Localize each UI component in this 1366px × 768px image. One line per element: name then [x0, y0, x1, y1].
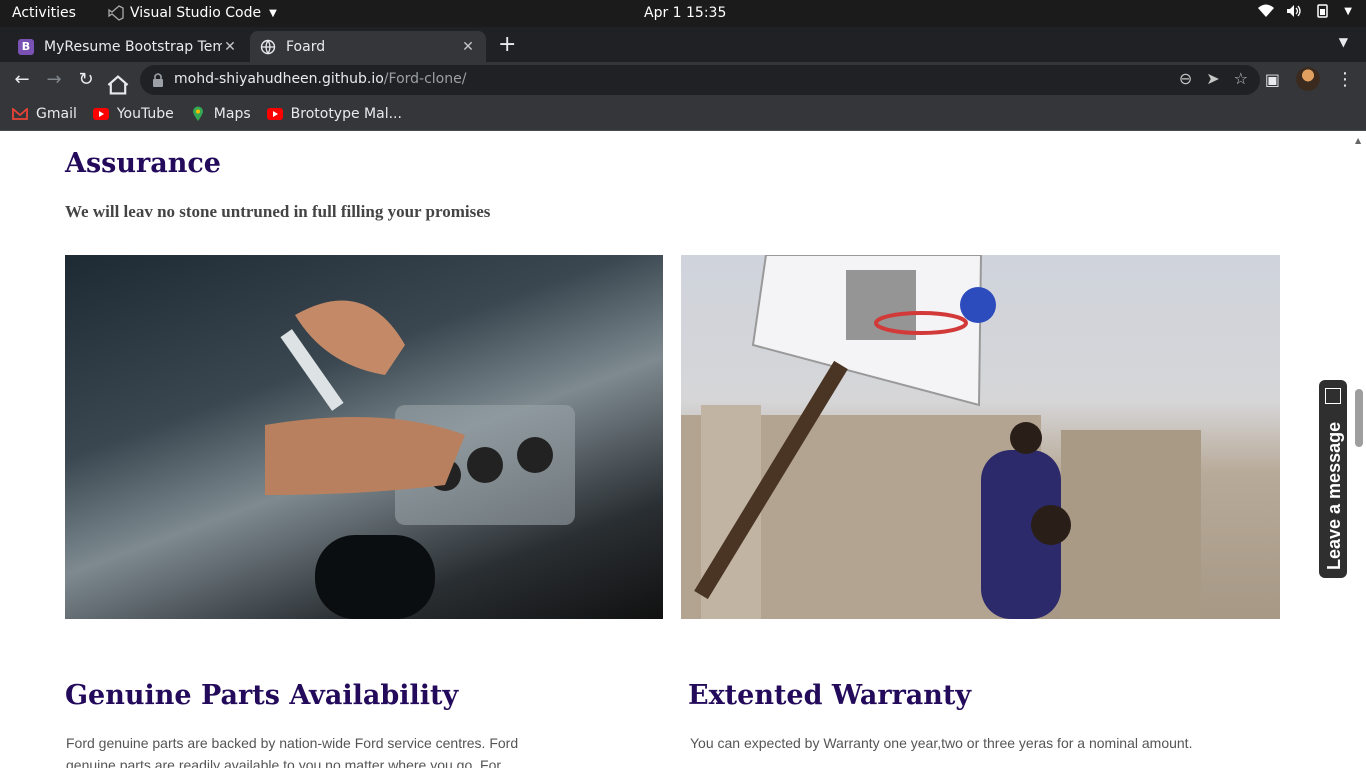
close-icon[interactable]: ✕	[460, 39, 476, 55]
activities-button[interactable]: Activities	[12, 5, 76, 21]
system-tray[interactable]: ▼	[1258, 4, 1352, 18]
tab-search-chevron-icon[interactable]: ▼	[1339, 35, 1348, 49]
omnibox-actions: ⊖ ➤ ☆	[1179, 69, 1248, 88]
bookmark-label: Brototype Mal...	[290, 105, 402, 122]
app-name: Visual Studio Code	[130, 5, 262, 21]
bootstrap-favicon-icon: B	[18, 38, 34, 55]
parts-paragraph: Ford genuine parts are backed by nation-…	[66, 735, 519, 768]
wifi-icon	[1258, 4, 1275, 17]
bookmark-youtube[interactable]: YouTube	[92, 105, 174, 122]
new-tab-button[interactable]: +	[498, 32, 516, 57]
scrollbar-thumb[interactable]	[1355, 389, 1363, 447]
bookmarks-bar: Gmail YouTube Maps Brototype Mal...	[0, 97, 1366, 131]
youtube-icon	[266, 107, 283, 120]
zoom-icon[interactable]: ⊖	[1179, 69, 1192, 88]
reload-button[interactable]: ↻	[74, 68, 98, 92]
gmail-icon	[12, 107, 28, 120]
bookmark-brototype[interactable]: Brototype Mal...	[266, 105, 402, 122]
page-viewport[interactable]: Assurance We will leav no stone untruned…	[0, 132, 1366, 768]
tab-myresume[interactable]: B MyResume Bootstrap Template ✕	[8, 31, 248, 62]
parts-heading: Genuine Parts Availability	[65, 680, 459, 711]
send-icon[interactable]: ➤	[1206, 69, 1219, 88]
browser-toolbar: ← → ↻ mohd-shiyahudheen.github.io/Ford-c…	[0, 62, 1366, 97]
vscode-icon	[108, 5, 124, 21]
bookmark-label: YouTube	[116, 105, 174, 122]
volume-icon	[1287, 5, 1301, 17]
system-top-bar: Activities Visual Studio Code ▼ Apr 1 15…	[0, 0, 1366, 27]
toolbar-right: ▣ ⋮	[1265, 67, 1354, 91]
tab-title: MyResume Bootstrap Template	[44, 38, 222, 55]
close-icon[interactable]: ✕	[222, 39, 238, 55]
warranty-heading: Extented Warranty	[688, 680, 972, 711]
app-menu[interactable]: Visual Studio Code ▼	[108, 5, 277, 21]
url-path: /Ford-clone/	[383, 71, 467, 87]
star-icon[interactable]: ☆	[1234, 69, 1248, 88]
assurance-subtitle: We will leav no stone untruned in full f…	[65, 202, 491, 221]
battery-icon	[1317, 4, 1329, 18]
maps-icon	[192, 106, 203, 121]
warranty-paragraph: You can expected by Warranty one year,tw…	[690, 735, 1193, 751]
avatar[interactable]	[1296, 67, 1320, 91]
assurance-heading: Assurance	[65, 148, 221, 179]
leave-message-widget[interactable]: Leave a message	[1319, 380, 1347, 578]
forward-button[interactable]: →	[42, 68, 66, 92]
chevron-down-icon: ▼	[269, 7, 277, 19]
chevron-down-icon: ▼	[1344, 5, 1352, 17]
back-button[interactable]: ←	[10, 68, 34, 92]
menu-icon[interactable]: ⋮	[1336, 69, 1354, 90]
youtube-icon	[92, 107, 109, 120]
bookmark-label: Maps	[213, 105, 251, 122]
address-bar[interactable]: mohd-shiyahudheen.github.io/Ford-clone/ …	[140, 65, 1260, 95]
envelope-icon	[1325, 388, 1341, 404]
bookmark-gmail[interactable]: Gmail	[12, 106, 77, 122]
tab-foard[interactable]: Foard ✕	[250, 31, 486, 62]
tab-title: Foard	[286, 38, 326, 55]
scroll-up-arrow-icon[interactable]: ▲	[1355, 136, 1361, 145]
leave-message-label: Leave a message	[1324, 421, 1344, 570]
side-panel-icon[interactable]: ▣	[1265, 70, 1280, 89]
url-text: mohd-shiyahudheen.github.io/Ford-clone/	[174, 71, 466, 87]
globe-icon	[260, 39, 276, 55]
lock-icon	[153, 73, 163, 87]
basketball-image	[681, 255, 1280, 619]
clock[interactable]: Apr 1 15:35	[644, 5, 726, 21]
page-scrollbar[interactable]: ▲	[1351, 132, 1366, 768]
bookmark-maps[interactable]: Maps	[190, 106, 251, 122]
tab-strip: B MyResume Bootstrap Template ✕ Foard ✕ …	[0, 27, 1366, 62]
url-domain: mohd-shiyahudheen.github.io	[174, 71, 384, 87]
bookmark-label: Gmail	[36, 105, 77, 122]
home-button[interactable]	[106, 73, 130, 97]
engine-repair-image	[65, 255, 663, 619]
